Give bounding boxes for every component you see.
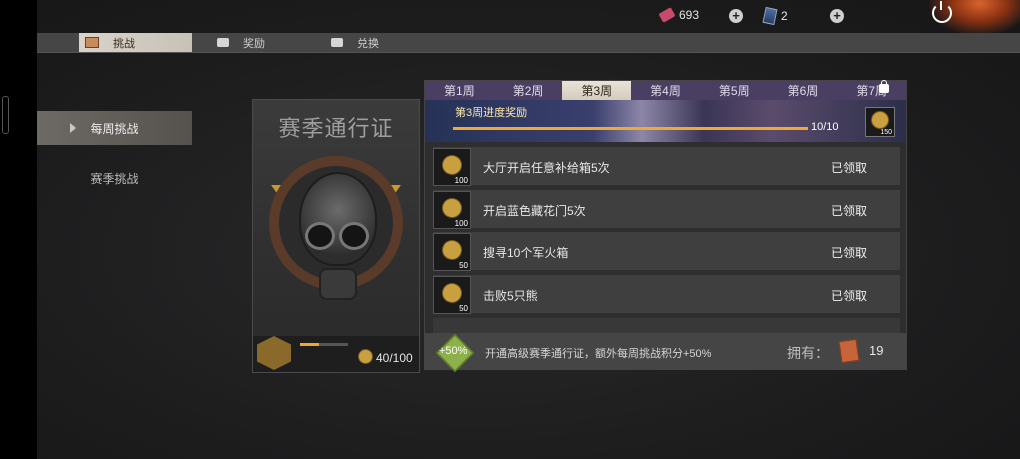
coin-icon <box>358 349 373 364</box>
tab-exchange[interactable]: 兑换 <box>331 33 431 52</box>
task-row: 50 击败5只熊 已领取 <box>433 275 900 314</box>
season-pass-card[interactable]: 赛季通行证 40/100 <box>252 99 420 373</box>
coin-icon <box>439 237 465 263</box>
task-reward-qty: 100 <box>454 176 468 185</box>
premium-bonus-strip: +50% 开通高级赛季通行证，额外每周挑战积分+50% 拥有： 19 <box>425 333 906 373</box>
reward-icon <box>217 38 229 47</box>
card-icon <box>762 6 778 26</box>
coin-icon <box>439 195 465 221</box>
task-description: 搜寻10个军火箱 <box>483 246 569 260</box>
tab-reward[interactable]: 奖励 <box>217 33 317 52</box>
tab-challenge[interactable]: 挑战 <box>79 33 192 52</box>
week-tabs: 第1周 第2周 第3周 第4周 第5周 第6周 第7周 <box>425 80 906 100</box>
lock-icon <box>879 80 890 93</box>
task-reward-slot: 50 <box>433 276 471 314</box>
goggle-left <box>305 222 335 250</box>
pass-progress-fill <box>300 343 320 346</box>
sidebar-item-season[interactable]: 赛季挑战 <box>37 161 192 195</box>
task-reward-slot: 100 <box>433 148 471 186</box>
coin-icon <box>871 111 889 129</box>
task-reward-qty: 50 <box>459 261 468 270</box>
tab-week-4[interactable]: 第4周 <box>631 81 700 100</box>
coin-icon <box>439 152 465 178</box>
pass-footer: 40/100 <box>253 336 419 372</box>
phone-bezel <box>0 0 37 459</box>
own-label: 拥有： <box>787 345 829 361</box>
side-button <box>2 96 9 134</box>
task-row-partial <box>433 318 900 333</box>
own-count: 19 <box>869 343 884 358</box>
bonus-description: 开通高级赛季通行证，额外每周挑战积分+50% <box>485 348 712 360</box>
week-progress-banner: 第3周进度奖励 10/10 150 <box>425 100 906 142</box>
task-row: 100 大厅开启任意补给箱5次 已领取 <box>433 147 900 186</box>
task-status: 已领取 <box>831 246 868 260</box>
add-ticket-button[interactable]: + <box>729 9 743 23</box>
week-progress-title: 第3周进度奖励 <box>455 107 528 119</box>
pass-book-icon <box>838 338 860 364</box>
challenge-icon <box>85 37 99 48</box>
task-description: 大厅开启任意补给箱5次 <box>483 161 610 175</box>
goggle-right <box>339 222 369 250</box>
tab-week-7[interactable]: 第7周 <box>837 80 906 100</box>
mask-filter <box>319 268 357 300</box>
task-description: 击败5只熊 <box>483 289 538 303</box>
pass-progress-bar <box>300 343 348 346</box>
task-row: 50 搜寻10个军火箱 已领取 <box>433 232 900 271</box>
card-currency: 2 <box>762 6 788 26</box>
week-progress-count: 10/10 <box>811 121 839 133</box>
season-badge-icon <box>257 336 291 370</box>
tab-label: 奖励 <box>243 37 265 50</box>
week-reward-qty: 150 <box>880 129 892 136</box>
power-icon[interactable] <box>932 1 952 23</box>
tab-bar: 挑战 奖励 兑换 <box>37 33 1020 53</box>
coin-icon <box>439 280 465 306</box>
task-reward-slot: 100 <box>433 191 471 229</box>
week-progress-bar <box>453 127 808 130</box>
sidebar-item-weekly[interactable]: 每周挑战 <box>37 111 192 145</box>
task-status: 已领取 <box>831 161 868 175</box>
tab-week-1[interactable]: 第1周 <box>425 81 494 100</box>
top-bar: 693 + 2 + <box>37 0 1020 34</box>
sidebar-item-label: 赛季挑战 <box>90 171 139 186</box>
pass-progress-text: 40/100 <box>376 351 413 365</box>
add-card-button[interactable]: + <box>830 9 844 23</box>
tab-week-6[interactable]: 第6周 <box>769 81 838 100</box>
card-count: 2 <box>781 9 788 23</box>
task-status: 已领取 <box>831 289 868 303</box>
task-status: 已领取 <box>831 204 868 218</box>
tab-week-5[interactable]: 第5周 <box>700 81 769 100</box>
tab-week-2[interactable]: 第2周 <box>494 81 563 100</box>
task-reward-slot: 50 <box>433 233 471 271</box>
bonus-percent: +50% <box>439 345 468 357</box>
ticket-count: 693 <box>679 8 700 22</box>
weekly-panel: 第1周 第2周 第3周 第4周 第5周 第6周 第7周 第3周进度奖励 10/1… <box>424 80 907 373</box>
pass-title: 赛季通行证 <box>278 116 394 141</box>
tab-label: 挑战 <box>113 37 135 50</box>
ticket-icon <box>658 7 676 23</box>
week-reward-slot[interactable]: 150 <box>865 107 895 137</box>
task-reward-qty: 50 <box>459 304 468 313</box>
week-progress-fill <box>453 127 808 130</box>
sidebar-item-label: 每周挑战 <box>90 121 139 136</box>
task-reward-qty: 100 <box>454 219 468 228</box>
gas-mask-icon <box>299 172 377 266</box>
task-row: 100 开启蓝色藏花门5次 已领取 <box>433 190 900 229</box>
exchange-icon <box>331 38 343 47</box>
ticket-currency: 693 <box>658 7 700 23</box>
app: 693 + 2 + 挑战 奖励 兑换 每周挑战 赛季挑战 赛季通行证 40/10… <box>37 0 1020 459</box>
tab-week-3[interactable]: 第3周 <box>562 81 632 100</box>
task-description: 开启蓝色藏花门5次 <box>483 204 586 218</box>
chevron-right-icon <box>70 123 76 133</box>
tab-label: 兑换 <box>357 37 379 50</box>
